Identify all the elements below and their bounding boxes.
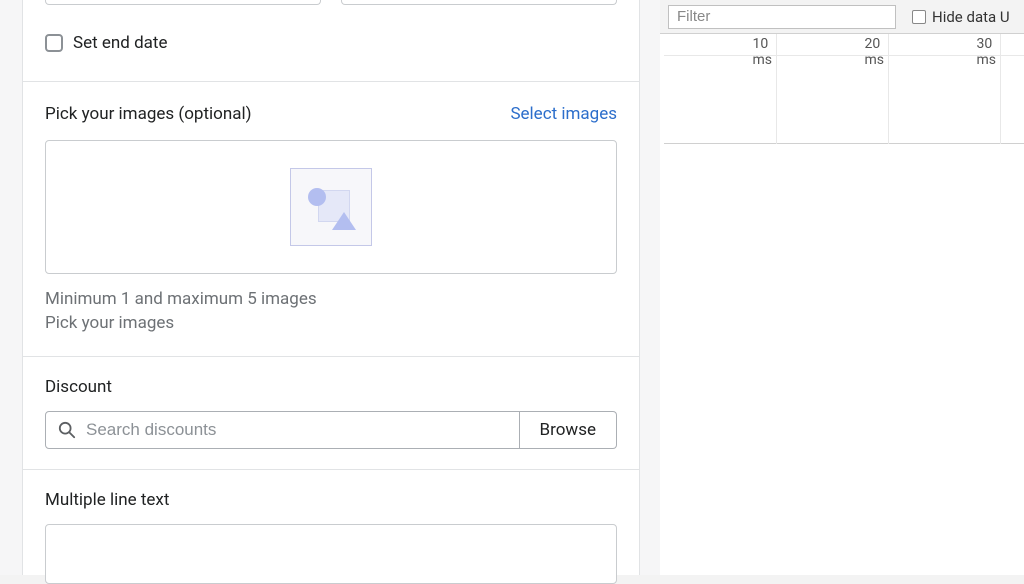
timeline-ruler: 10 ms 20 ms 30 ms <box>664 34 1024 56</box>
set-end-date-label: Set end date <box>73 33 168 53</box>
ruler-20ms: 20 ms <box>865 36 889 68</box>
images-help: Minimum 1 and maximum 5 images Pick your… <box>45 288 617 336</box>
mlt-section: Multiple line text <box>23 470 639 584</box>
images-help-line2: Pick your images <box>45 312 617 336</box>
discount-section: Discount Browse <box>23 357 639 470</box>
mlt-title: Multiple line text <box>45 490 617 510</box>
image-dropzone[interactable] <box>45 140 617 274</box>
select-images-link[interactable]: Select images <box>510 104 617 124</box>
discount-title: Discount <box>45 377 617 397</box>
devtools-toolbar: Hide data U <box>660 0 1024 34</box>
set-end-date-checkbox[interactable] <box>45 34 63 52</box>
search-icon <box>58 421 76 439</box>
input-outline-1[interactable] <box>45 0 321 5</box>
images-section: Pick your images (optional) Select image… <box>23 82 639 357</box>
image-placeholder-icon <box>290 168 372 246</box>
discount-search-input[interactable] <box>86 420 507 440</box>
browse-button[interactable]: Browse <box>520 411 617 449</box>
images-title: Pick your images (optional) <box>45 104 252 124</box>
ruler-10ms: 10 ms <box>753 36 777 68</box>
devtools-panel: Hide data U 10 ms 20 ms 30 ms <box>660 0 1024 575</box>
input-outline-2[interactable] <box>341 0 617 5</box>
set-end-date-row: Set end date <box>23 5 639 81</box>
timeline-area[interactable]: 10 ms 20 ms 30 ms <box>664 34 1024 144</box>
hide-data-checkbox[interactable] <box>912 10 926 24</box>
hide-data-label: Hide data U <box>932 8 1010 26</box>
filter-input[interactable] <box>668 5 896 29</box>
images-help-line1: Minimum 1 and maximum 5 images <box>45 288 617 312</box>
discount-search-wrapper[interactable] <box>45 411 520 449</box>
ruler-30ms: 30 ms <box>977 36 1001 68</box>
